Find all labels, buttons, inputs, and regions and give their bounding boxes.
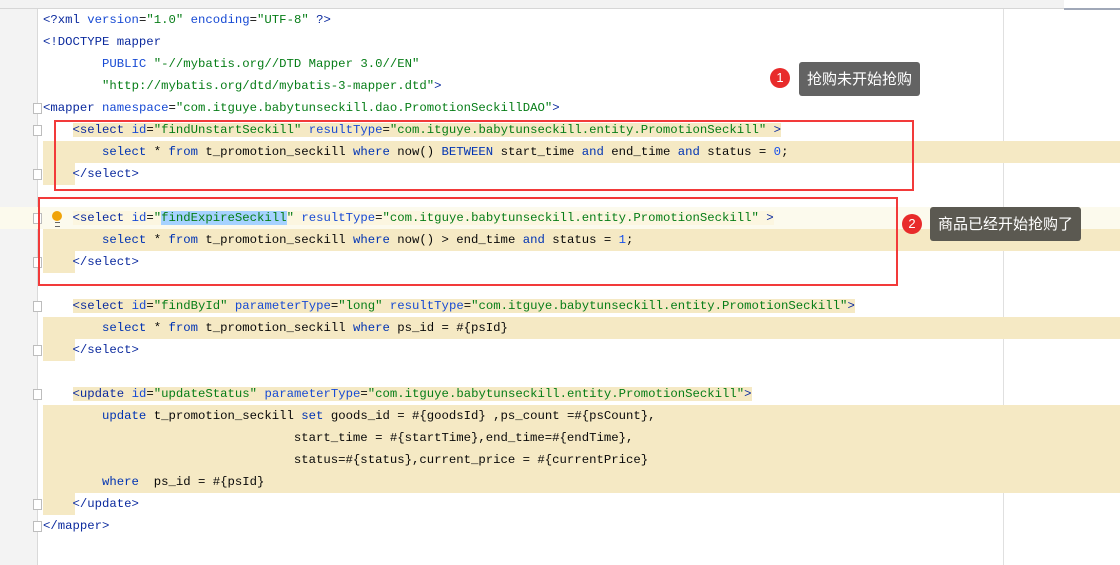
code-line[interactable]: "http://mybatis.org/dtd/mybatis-3-mapper… [0, 75, 1120, 97]
code-line[interactable]: </mapper> [0, 515, 1120, 537]
code-text: <!DOCTYPE mapper [43, 31, 161, 53]
code-token: PUBLIC [43, 57, 154, 71]
fold-marker-icon[interactable] [33, 103, 42, 114]
fold-marker-icon[interactable] [33, 301, 42, 312]
code-token: = [249, 13, 258, 27]
code-token: "com.itguye.babytunseckill.entity.Promot… [471, 299, 848, 313]
code-token: <!DOCTYPE mapper [43, 35, 162, 49]
code-text: </mapper> [43, 515, 109, 537]
code-token: <?xml [43, 13, 88, 27]
code-token: parameterType [234, 299, 331, 313]
annotation-box-1 [54, 120, 914, 191]
code-text: where ps_id = #{psId} [43, 471, 264, 493]
code-line[interactable]: </update> [0, 493, 1120, 515]
code-token: ?> [316, 13, 331, 27]
code-token: id [131, 387, 147, 401]
code-token: select [43, 321, 154, 335]
code-token: "long" [338, 299, 390, 313]
code-line[interactable]: <select id="findById" parameterType="lon… [0, 295, 1120, 317]
code-token: where [43, 475, 154, 489]
code-token: t_promotion_seckill [153, 409, 302, 423]
code-text: <select id="findById" parameterType="lon… [43, 295, 855, 317]
fold-marker-icon[interactable] [33, 125, 42, 136]
code-token: > [552, 101, 560, 115]
code-token: <select [72, 299, 132, 313]
annotation-badge-1: 1 [770, 68, 790, 88]
fold-marker-icon[interactable] [33, 389, 42, 400]
code-token: <update [72, 387, 132, 401]
code-token: = [168, 101, 176, 115]
annotation-badge-2: 2 [902, 214, 922, 234]
code-token: goods_id = #{goodsId} ,ps_count =#{psCou… [330, 409, 656, 423]
code-text: "http://mybatis.org/dtd/mybatis-3-mapper… [43, 75, 442, 97]
code-token: "com.itguye.babytunseckill.dao.Promotion… [175, 101, 553, 115]
code-token: version [87, 13, 139, 27]
code-line[interactable]: update t_promotion_seckill set goods_id … [0, 405, 1120, 427]
code-token: "findById" [153, 299, 235, 313]
code-line[interactable]: where ps_id = #{psId} [0, 471, 1120, 493]
annotation-note-2: 商品已经开始抢购了 [930, 207, 1082, 241]
code-line[interactable]: <?xml version="1.0" encoding="UTF-8" ?> [0, 9, 1120, 31]
code-token: > [744, 387, 752, 401]
code-line[interactable]: <!DOCTYPE mapper [0, 31, 1120, 53]
code-token: = [146, 387, 154, 401]
fold-marker-icon[interactable] [33, 345, 42, 356]
code-text: <update id="updateStatus" parameterType=… [43, 383, 752, 405]
code-token: from [168, 321, 206, 335]
code-token: "http://mybatis.org/dtd/mybatis-3-mapper… [102, 79, 435, 93]
code-token: > [847, 299, 855, 313]
code-text: <mapper namespace="com.itguye.babytunsec… [43, 97, 560, 119]
code-line[interactable]: select * from t_promotion_seckill where … [0, 317, 1120, 339]
code-token: update [43, 409, 154, 423]
code-text: PUBLIC "-//mybatis.org//DTD Mapper 3.0//… [43, 53, 419, 75]
code-token: > [434, 79, 442, 93]
code-token: = [146, 299, 154, 313]
fold-marker-icon[interactable] [33, 521, 42, 532]
code-token: "com.itguye.babytunseckill.entity.Promot… [367, 387, 745, 401]
code-token: * [153, 321, 169, 335]
annotation-box-2 [38, 197, 898, 286]
code-token: = [360, 387, 368, 401]
code-text: status=#{status},current_price = #{curre… [43, 449, 648, 471]
code-text: </select> [43, 339, 139, 361]
code-token: resultType [389, 299, 464, 313]
code-token: status=#{status},current_price = #{curre… [43, 453, 649, 467]
fold-marker-icon[interactable] [33, 169, 42, 180]
code-text: select * from t_promotion_seckill where … [43, 317, 508, 339]
code-text: update t_promotion_seckill set goods_id … [43, 405, 656, 427]
code-token: </mapper> [43, 519, 110, 533]
code-token: </select> [43, 343, 139, 357]
code-text: start_time = #{startTime},end_time=#{end… [43, 427, 633, 449]
code-token: "1.0" [146, 13, 191, 27]
code-token: "UTF-8" [257, 13, 317, 27]
code-line[interactable]: PUBLIC "-//mybatis.org//DTD Mapper 3.0//… [0, 53, 1120, 75]
code-token: set [301, 409, 331, 423]
code-line[interactable]: </select> [0, 339, 1120, 361]
code-line[interactable] [0, 361, 1120, 383]
code-token: = [463, 299, 472, 313]
code-token: "-//mybatis.org//DTD Mapper 3.0//EN" [153, 57, 420, 71]
code-token: where [352, 321, 398, 335]
code-token: t_promotion_seckill [205, 321, 353, 335]
code-text: </update> [43, 493, 139, 515]
code-token: ps_id = #{psId} [153, 475, 265, 489]
code-token: start_time = #{startTime},end_time=#{end… [43, 431, 634, 445]
annotation-note-1: 抢购未开始抢购 [799, 62, 921, 96]
code-token: parameterType [264, 387, 361, 401]
code-line[interactable]: status=#{status},current_price = #{curre… [0, 449, 1120, 471]
code-token: encoding [190, 13, 250, 27]
editor-tab-bar[interactable] [0, 0, 1120, 10]
code-line[interactable]: <mapper namespace="com.itguye.babytunsec… [0, 97, 1120, 119]
fold-marker-icon[interactable] [33, 499, 42, 510]
code-token: id [131, 299, 147, 313]
code-token: </update> [43, 497, 139, 511]
code-token: "updateStatus" [153, 387, 265, 401]
code-text: <?xml version="1.0" encoding="UTF-8" ?> [43, 9, 331, 31]
code-token: <mapper [43, 101, 103, 115]
code-token: ps_id = #{psId} [397, 321, 508, 335]
code-line[interactable]: start_time = #{startTime},end_time=#{end… [0, 427, 1120, 449]
code-line[interactable]: <update id="updateStatus" parameterType=… [0, 383, 1120, 405]
code-token: namespace [102, 101, 169, 115]
